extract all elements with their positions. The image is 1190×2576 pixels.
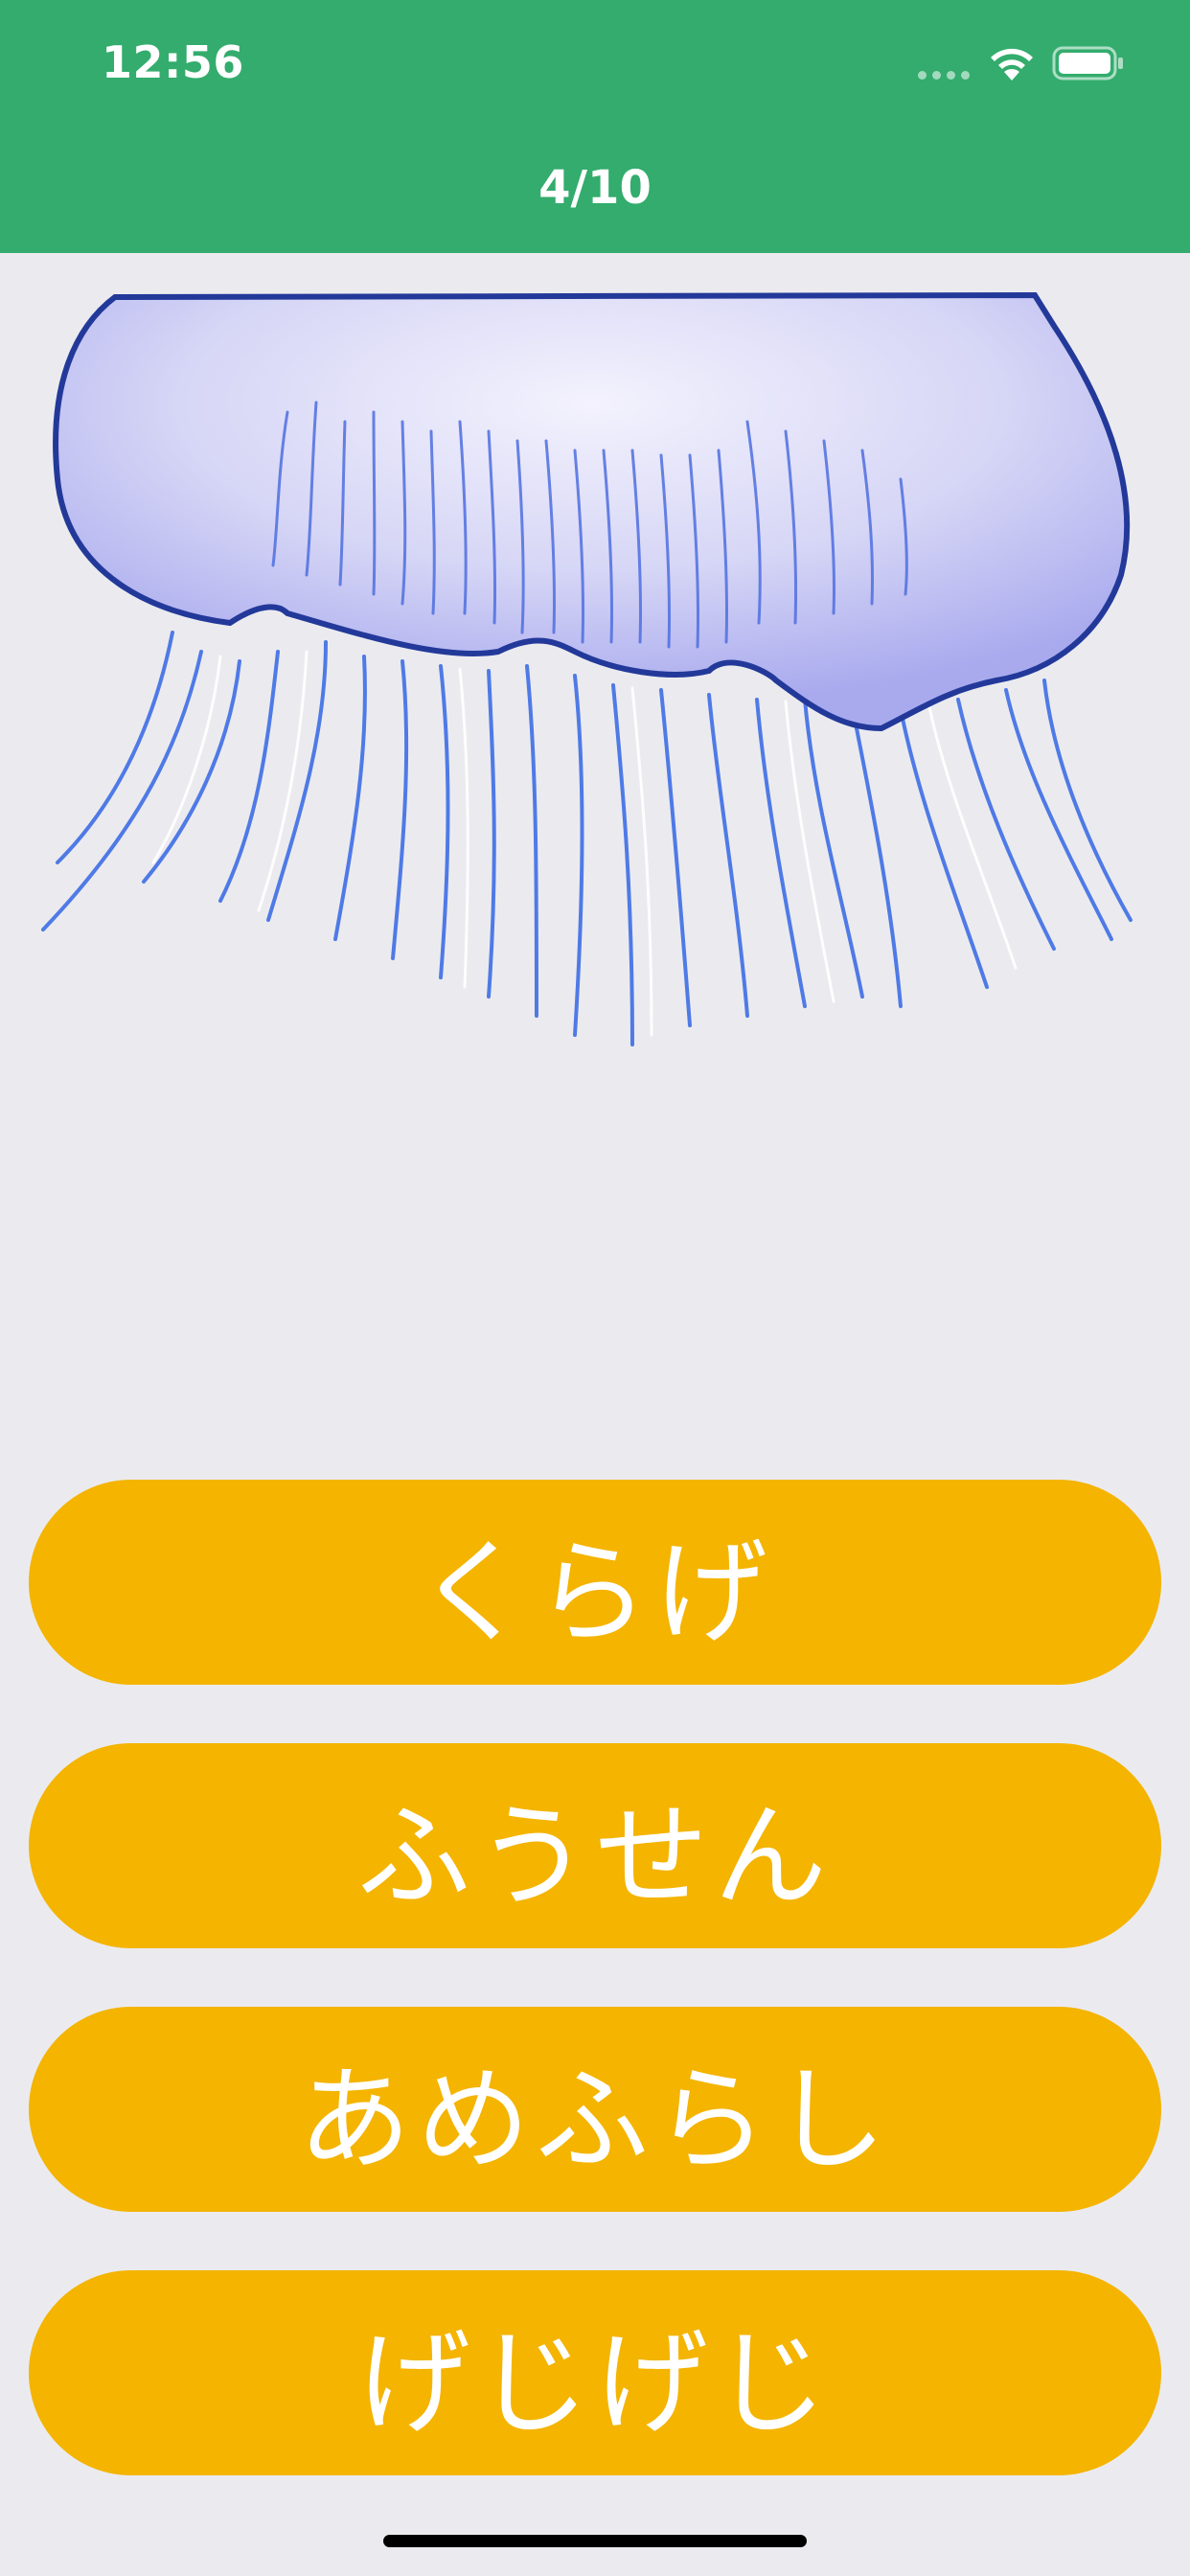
jellyfish-illustration [41, 291, 1133, 1046]
signal-dots-icon [918, 71, 970, 80]
answer-button-3[interactable]: あめふらし [29, 2007, 1161, 2212]
answer-button-4[interactable]: げじげじ [29, 2270, 1161, 2475]
status-time: 12:56 [102, 36, 244, 88]
wifi-icon [991, 48, 1033, 80]
question-image [0, 288, 1190, 1399]
answer-list: くらげ ふうせん あめふらし げじげじ [29, 1480, 1161, 2534]
answer-button-1[interactable]: くらげ [29, 1480, 1161, 1685]
question-progress: 4/10 [538, 161, 652, 215]
battery-icon [1052, 46, 1123, 80]
answer-button-2[interactable]: ふうせん [29, 1743, 1161, 1948]
home-indicator[interactable] [383, 2535, 807, 2547]
header-bar: 12:56 4/10 [0, 0, 1190, 253]
